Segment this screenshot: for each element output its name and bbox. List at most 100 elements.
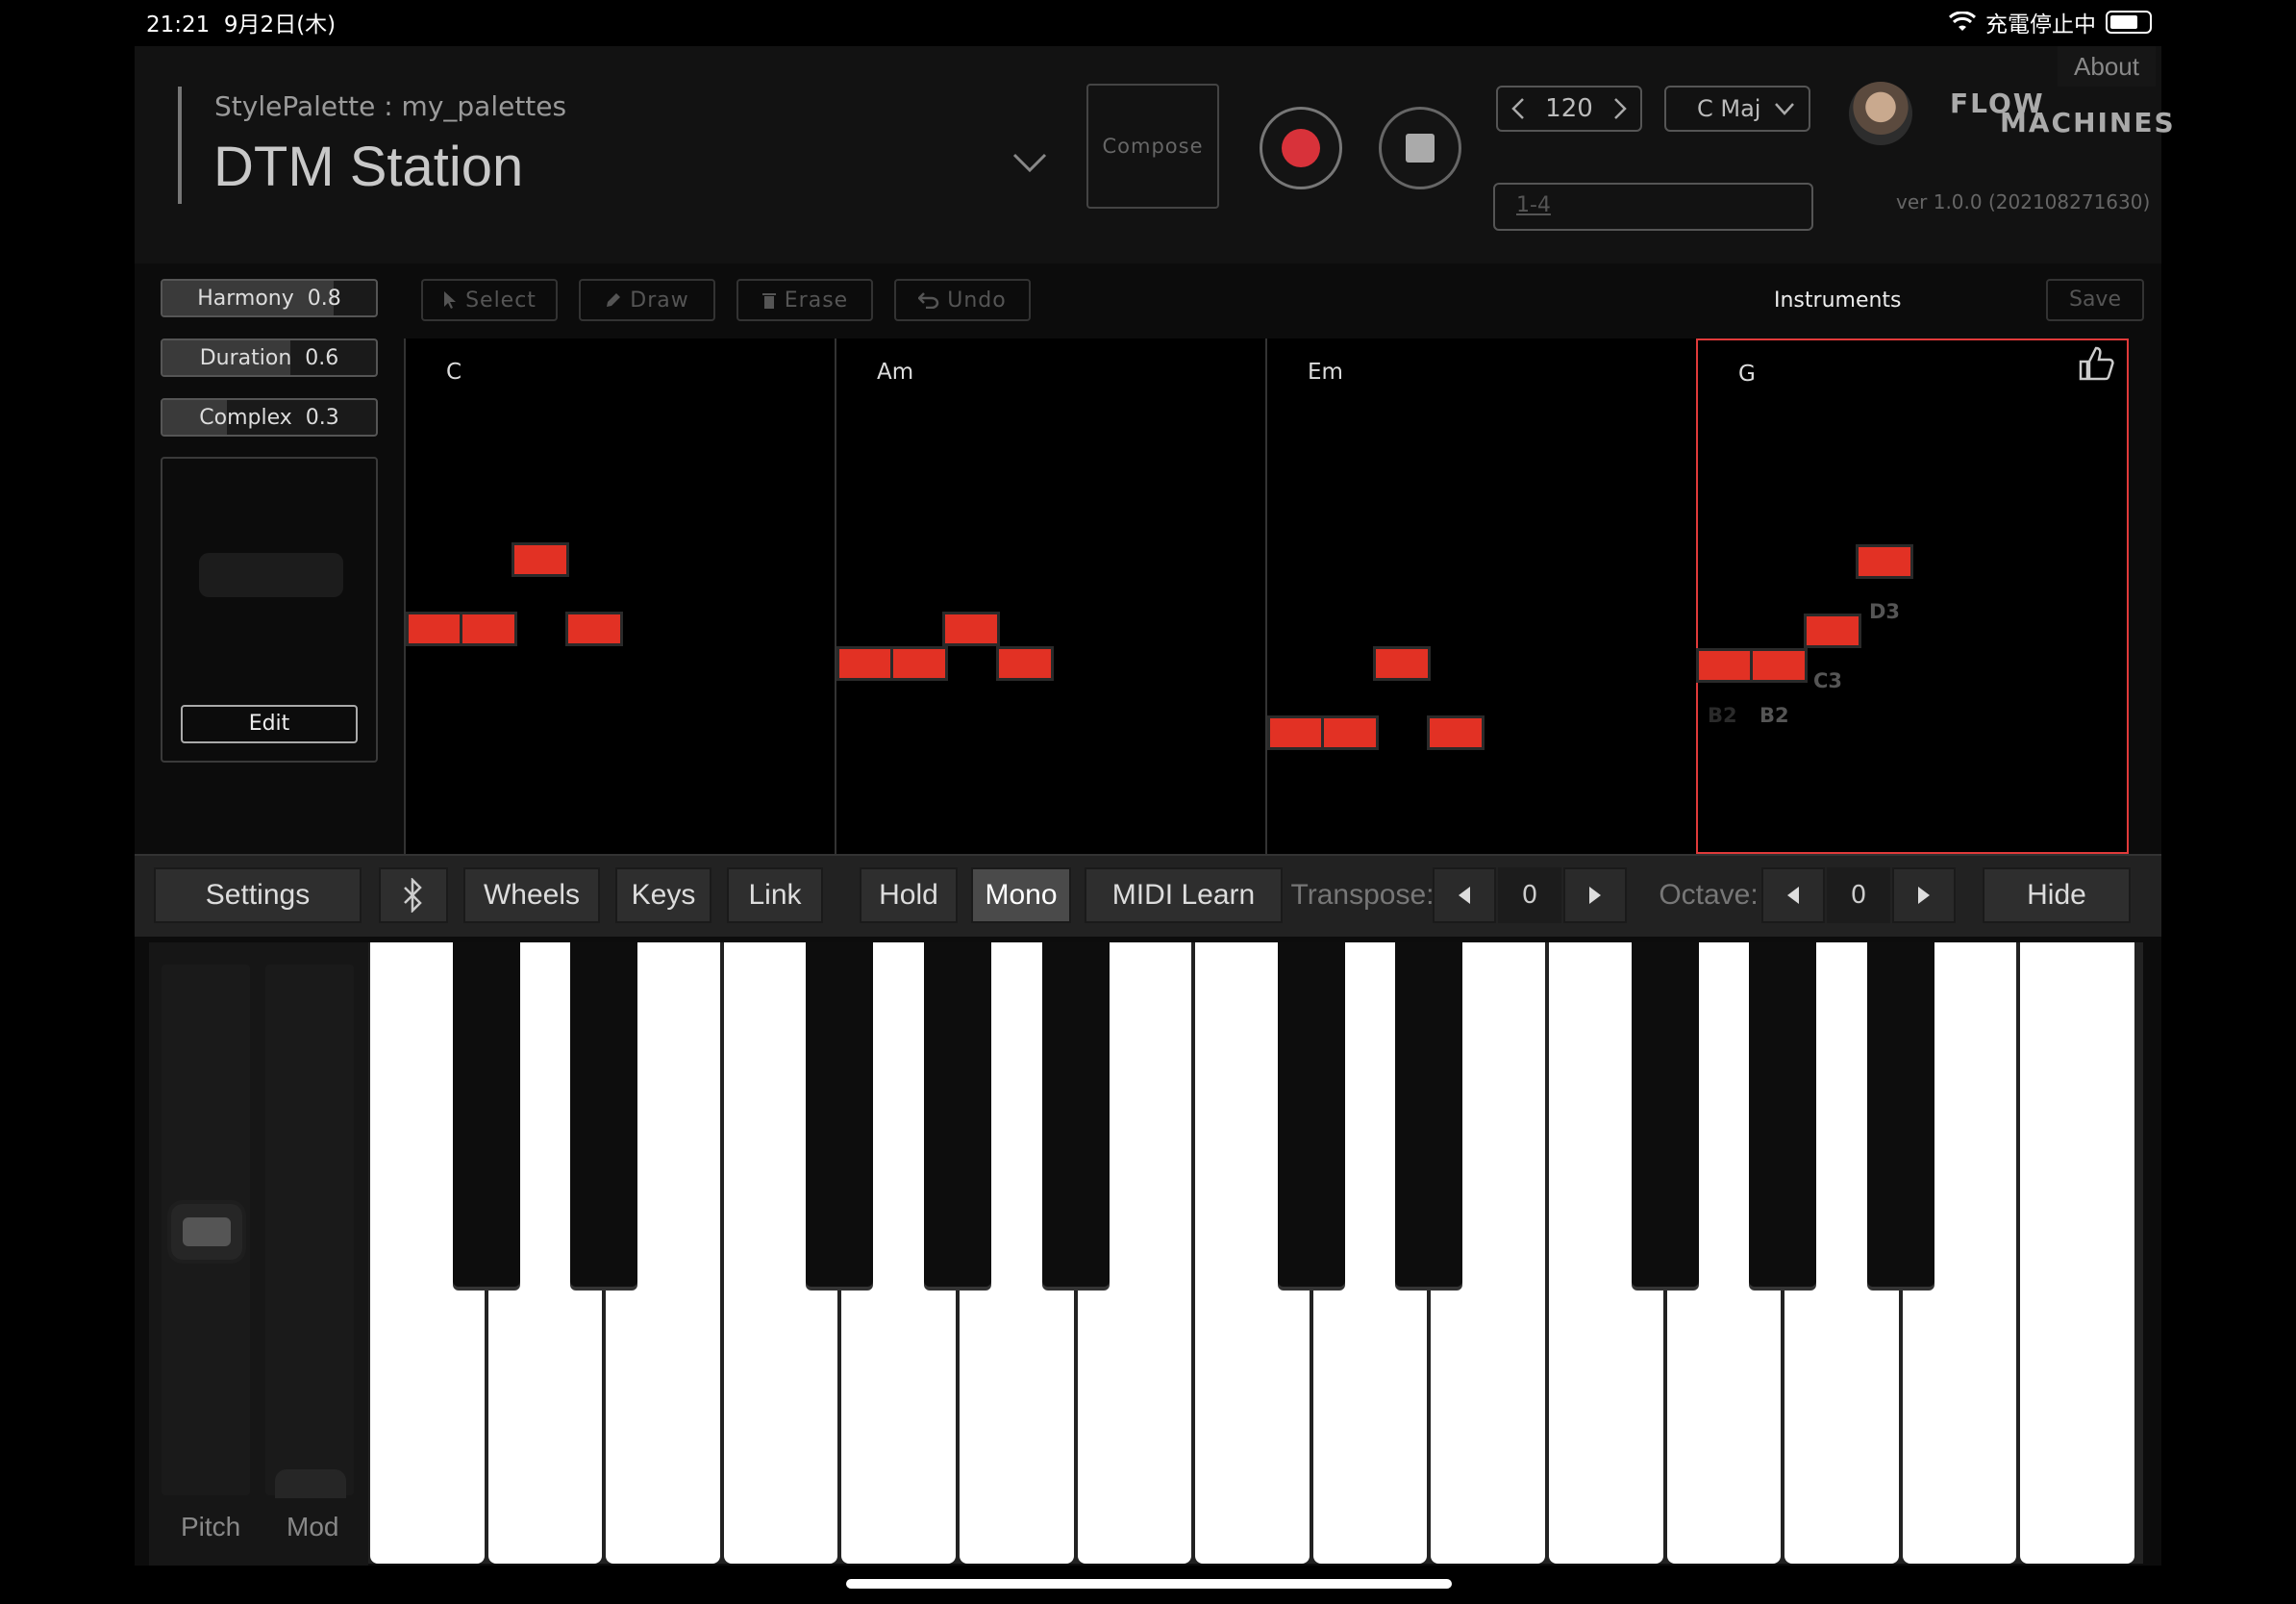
status-right: 充電停止中 (1949, 6, 2152, 38)
about-button[interactable]: About (2058, 46, 2156, 87)
triangle-left-icon (1459, 887, 1470, 904)
triangle-right-icon (1918, 887, 1930, 904)
save-button[interactable]: Save (2046, 279, 2144, 321)
undo-button[interactable]: Undo (894, 279, 1031, 321)
white-key[interactable] (2020, 942, 2134, 1564)
key-select[interactable]: C Maj (1664, 86, 1810, 132)
wifi-icon (1949, 12, 1976, 31)
chevron-left-icon[interactable] (1511, 97, 1525, 120)
palette-title: DTM Station (213, 136, 524, 198)
cursor-icon (444, 291, 457, 309)
link-button[interactable]: Link (727, 867, 823, 923)
pitch-label: Pitch (181, 1512, 241, 1541)
harmony-slider[interactable]: Harmony 0.8 (161, 279, 378, 317)
edit-button[interactable]: Edit (181, 705, 358, 743)
black-key[interactable] (1631, 942, 1699, 1287)
tempo-control[interactable]: 120 (1496, 86, 1642, 132)
thumbs-up-icon[interactable] (2077, 344, 2115, 383)
mod-wheel[interactable] (265, 965, 354, 1495)
transpose-up-button[interactable] (1563, 867, 1627, 923)
note[interactable] (512, 542, 569, 577)
note-label: B2 (1759, 704, 1789, 727)
measure-4-selected[interactable]: G D3 C3 B2 B2 (1696, 338, 2129, 854)
note-label: B2 (1708, 704, 1737, 727)
instruments-label[interactable]: Instruments (1774, 288, 1902, 313)
black-key[interactable] (924, 942, 991, 1287)
style-preview-box: Edit (161, 457, 378, 763)
note[interactable] (836, 646, 894, 681)
hold-button[interactable]: Hold (860, 867, 958, 923)
note-label: D3 (1869, 600, 1901, 623)
avatar[interactable] (1849, 82, 1912, 145)
measure-3[interactable]: Em (1265, 338, 1696, 854)
status-bar: 21:21 9月2日(木) 充電停止中 (0, 0, 2296, 38)
transpose-value: 0 (1498, 867, 1561, 923)
duration-slider[interactable]: Duration 0.6 (161, 338, 378, 377)
black-key[interactable] (1041, 942, 1110, 1287)
complex-slider[interactable]: Complex 0.3 (161, 398, 378, 437)
chevron-down-icon (1775, 103, 1794, 115)
note[interactable] (565, 612, 623, 646)
note[interactable] (1267, 715, 1325, 750)
piano-keyboard[interactable] (368, 942, 2143, 1564)
triangle-right-icon (1589, 887, 1601, 904)
note[interactable] (1373, 646, 1431, 681)
note[interactable] (1321, 715, 1379, 750)
chevron-down-icon[interactable] (1012, 152, 1047, 173)
undo-icon (918, 292, 939, 309)
pencil-icon (607, 293, 621, 307)
black-key[interactable] (1395, 942, 1463, 1287)
octave-value: 0 (1827, 867, 1890, 923)
note[interactable] (1750, 648, 1808, 683)
settings-button[interactable]: Settings (154, 867, 362, 923)
select-tool-button[interactable]: Select (421, 279, 558, 321)
key-value: C Maj (1697, 95, 1761, 122)
version-label: ver 1.0.0 (202108271630) (1896, 190, 2151, 213)
black-key[interactable] (1866, 942, 1934, 1287)
black-key[interactable] (1277, 942, 1345, 1287)
black-key[interactable] (570, 942, 638, 1287)
draw-tool-button[interactable]: Draw (579, 279, 715, 321)
bluetooth-button[interactable] (379, 867, 448, 923)
bar-range-input[interactable]: 1-4 (1493, 183, 1813, 231)
keys-button[interactable]: Keys (615, 867, 711, 923)
mono-button[interactable]: Mono (971, 867, 1071, 923)
mod-wheel-handle[interactable] (275, 1469, 346, 1498)
black-key[interactable] (1749, 942, 1817, 1287)
hide-button[interactable]: Hide (1983, 867, 2131, 923)
octave-down-button[interactable] (1761, 867, 1825, 923)
note[interactable] (1804, 614, 1861, 648)
octave-up-button[interactable] (1892, 867, 1956, 923)
note[interactable] (406, 612, 463, 646)
transpose-label: Transpose: (1290, 879, 1435, 911)
note[interactable] (1696, 648, 1754, 683)
measure-1[interactable]: C (404, 338, 835, 854)
measure-2[interactable]: Am (835, 338, 1265, 854)
compose-button[interactable]: Compose (1086, 84, 1219, 209)
wheels-button[interactable]: Wheels (463, 867, 600, 923)
black-key[interactable] (806, 942, 874, 1287)
mod-label: Mod (287, 1512, 339, 1541)
bar-range-value: 1-4 (1516, 193, 1551, 217)
octave-label: Octave: (1659, 879, 1759, 911)
note[interactable] (890, 646, 948, 681)
note[interactable] (460, 612, 517, 646)
transpose-down-button[interactable] (1433, 867, 1496, 923)
erase-tool-button[interactable]: Erase (736, 279, 873, 321)
stop-button[interactable] (1379, 107, 1461, 189)
record-button[interactable] (1260, 107, 1342, 189)
note[interactable] (942, 612, 1000, 646)
triangle-left-icon (1787, 887, 1799, 904)
header-divider (178, 87, 182, 204)
note[interactable] (1856, 544, 1913, 579)
note[interactable] (996, 646, 1054, 681)
note[interactable] (1427, 715, 1485, 750)
home-indicator (846, 1579, 1452, 1589)
chord-label: C (446, 360, 462, 385)
trash-icon (761, 293, 776, 309)
chevron-right-icon[interactable] (1613, 97, 1627, 120)
pitch-wheel-handle[interactable] (171, 1204, 242, 1260)
bluetooth-icon (404, 878, 422, 913)
black-key[interactable] (452, 942, 520, 1287)
midi-learn-button[interactable]: MIDI Learn (1085, 867, 1283, 923)
